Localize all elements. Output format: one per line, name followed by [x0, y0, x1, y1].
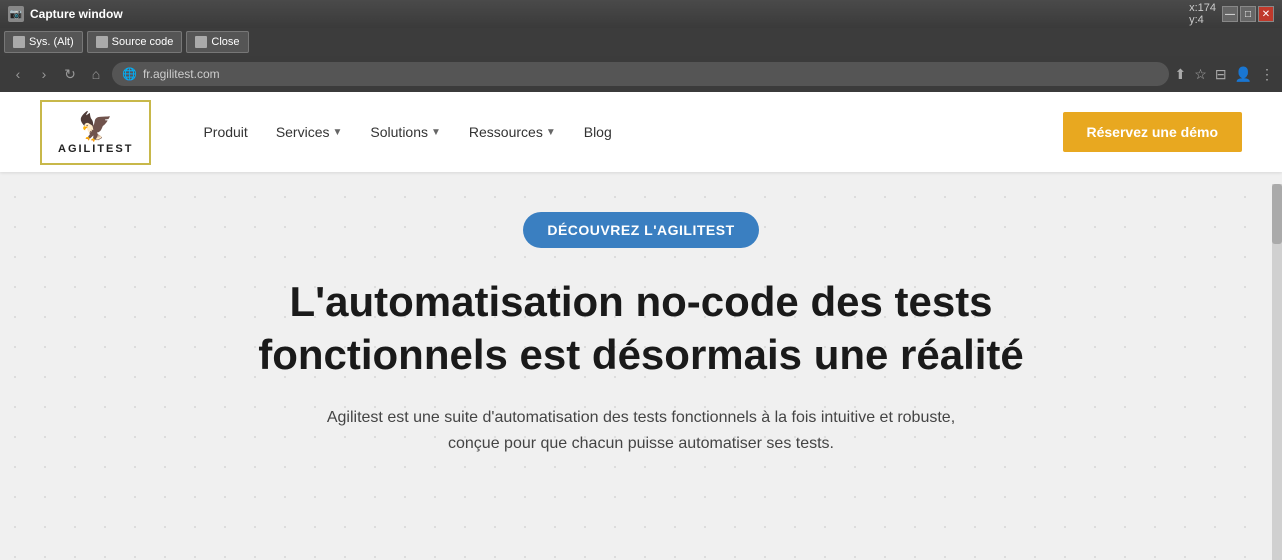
nav-item-services[interactable]: Services ▼ [264, 116, 355, 148]
cta-button[interactable]: Réservez une démo [1063, 112, 1243, 152]
forward-button[interactable]: › [34, 64, 54, 84]
close-capture-button[interactable]: Close [186, 31, 248, 53]
back-button[interactable]: ‹ [8, 64, 28, 84]
solutions-chevron-icon: ▼ [431, 127, 441, 138]
navbar: 🦅 AGILITEST Produit Services ▼ Solutions… [0, 92, 1282, 172]
minimize-button[interactable]: — [1222, 6, 1238, 22]
address-bar[interactable]: 🌐 fr.agilitest.com [112, 62, 1169, 86]
logo-text: AGILITEST [58, 143, 133, 155]
sys-alt-button[interactable]: Sys. (Alt) [4, 31, 83, 53]
logo-icon: 🦅 [78, 110, 113, 143]
title-bar-title: Capture window [30, 7, 1183, 21]
window-controls: — □ ✕ [1222, 6, 1274, 22]
discover-badge[interactable]: DÉCOUVREZ L'AGILITEST [523, 212, 758, 248]
hero-subtitle: Agilitest est une suite d'automatisation… [301, 405, 981, 456]
browser-actions: ⬆ ☆ ⊟ 👤 ⋮ [1175, 66, 1274, 83]
title-bar: 📷 Capture window x:174 y:4 — □ ✕ [0, 0, 1282, 28]
nav-item-produit[interactable]: Produit [191, 116, 259, 148]
app-icon: 📷 [8, 6, 24, 22]
bookmark-icon[interactable]: ☆ [1194, 66, 1207, 83]
toolbar: Sys. (Alt) Source code Close [0, 28, 1282, 56]
source-code-button[interactable]: Source code [87, 31, 183, 53]
share-icon[interactable]: ⬆ [1175, 66, 1187, 83]
services-chevron-icon: ▼ [333, 127, 343, 138]
nav-links: Produit Services ▼ Solutions ▼ Ressource… [191, 116, 1062, 148]
source-code-icon [96, 36, 108, 48]
reader-view-icon[interactable]: ⊟ [1215, 66, 1227, 83]
maximize-button[interactable]: □ [1240, 6, 1256, 22]
browser-chrome: ‹ › ↻ ⌂ 🌐 fr.agilitest.com ⬆ ☆ ⊟ 👤 ⋮ [0, 56, 1282, 92]
account-icon[interactable]: 👤 [1235, 66, 1252, 83]
website-content: 🦅 AGILITEST Produit Services ▼ Solutions… [0, 92, 1282, 560]
hero-title: L'automatisation no-code des tests fonct… [251, 276, 1031, 381]
refresh-button[interactable]: ↻ [60, 64, 80, 84]
nav-item-blog[interactable]: Blog [572, 116, 624, 148]
hero-section: DÉCOUVREZ L'AGILITEST L'automatisation n… [0, 172, 1282, 476]
sys-alt-icon [13, 36, 25, 48]
logo[interactable]: 🦅 AGILITEST [40, 100, 151, 165]
nav-item-ressources[interactable]: Ressources ▼ [457, 116, 568, 148]
menu-icon[interactable]: ⋮ [1260, 66, 1274, 83]
nav-item-solutions[interactable]: Solutions ▼ [358, 116, 453, 148]
ressources-chevron-icon: ▼ [546, 127, 556, 138]
home-button[interactable]: ⌂ [86, 64, 106, 84]
close-button[interactable]: ✕ [1258, 6, 1274, 22]
title-bar-coords: x:174 y:4 [1189, 2, 1216, 26]
close-capture-icon [195, 36, 207, 48]
favicon-icon: 🌐 [122, 67, 137, 81]
